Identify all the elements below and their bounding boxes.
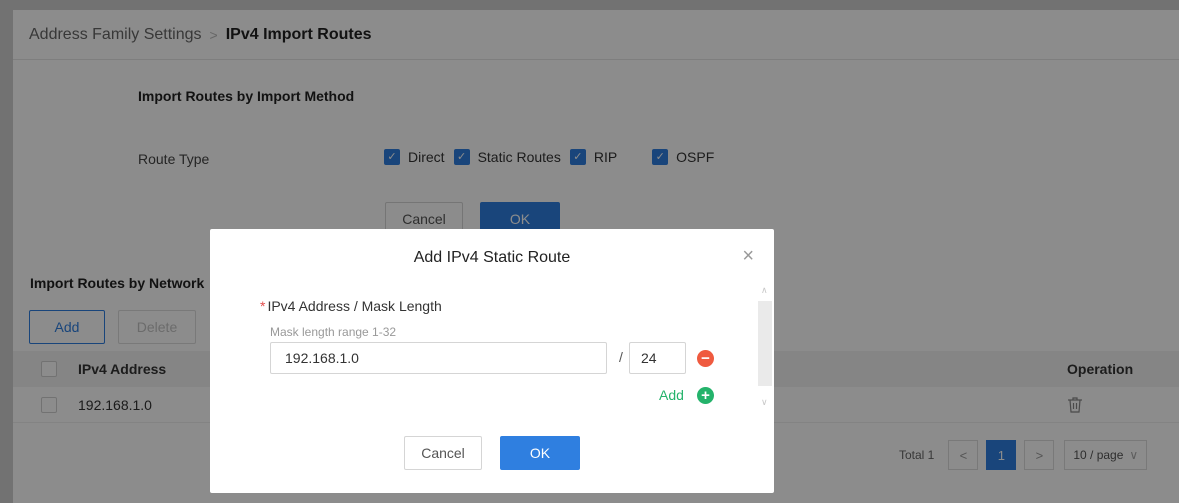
dialog-title: Add IPv4 Static Route <box>413 249 571 266</box>
scrollbar-thumb[interactable] <box>758 301 772 386</box>
mask-length-hint: Mask length range 1-32 <box>270 325 397 339</box>
required-mark: * <box>260 298 266 314</box>
ipv4-address-input[interactable] <box>270 342 607 374</box>
dialog-ok-button[interactable]: OK <box>500 436 580 470</box>
field-label: * IPv4 Address / Mask Length <box>260 298 442 314</box>
close-icon[interactable]: × <box>742 245 754 268</box>
scroll-up-icon[interactable]: ∧ <box>761 285 768 296</box>
dialog-cancel-button[interactable]: Cancel <box>404 436 482 470</box>
field-label-text: IPv4 Address / Mask Length <box>267 298 442 314</box>
mask-length-input[interactable] <box>629 342 686 374</box>
scroll-down-icon[interactable]: ∨ <box>761 397 768 408</box>
add-row-icon[interactable]: + <box>697 387 714 404</box>
add-row-label[interactable]: Add <box>659 387 684 403</box>
add-static-route-dialog: Add IPv4 Static Route × * IPv4 Address / … <box>210 229 774 493</box>
remove-row-icon[interactable]: − <box>697 350 714 367</box>
slash-separator: / <box>619 349 623 365</box>
